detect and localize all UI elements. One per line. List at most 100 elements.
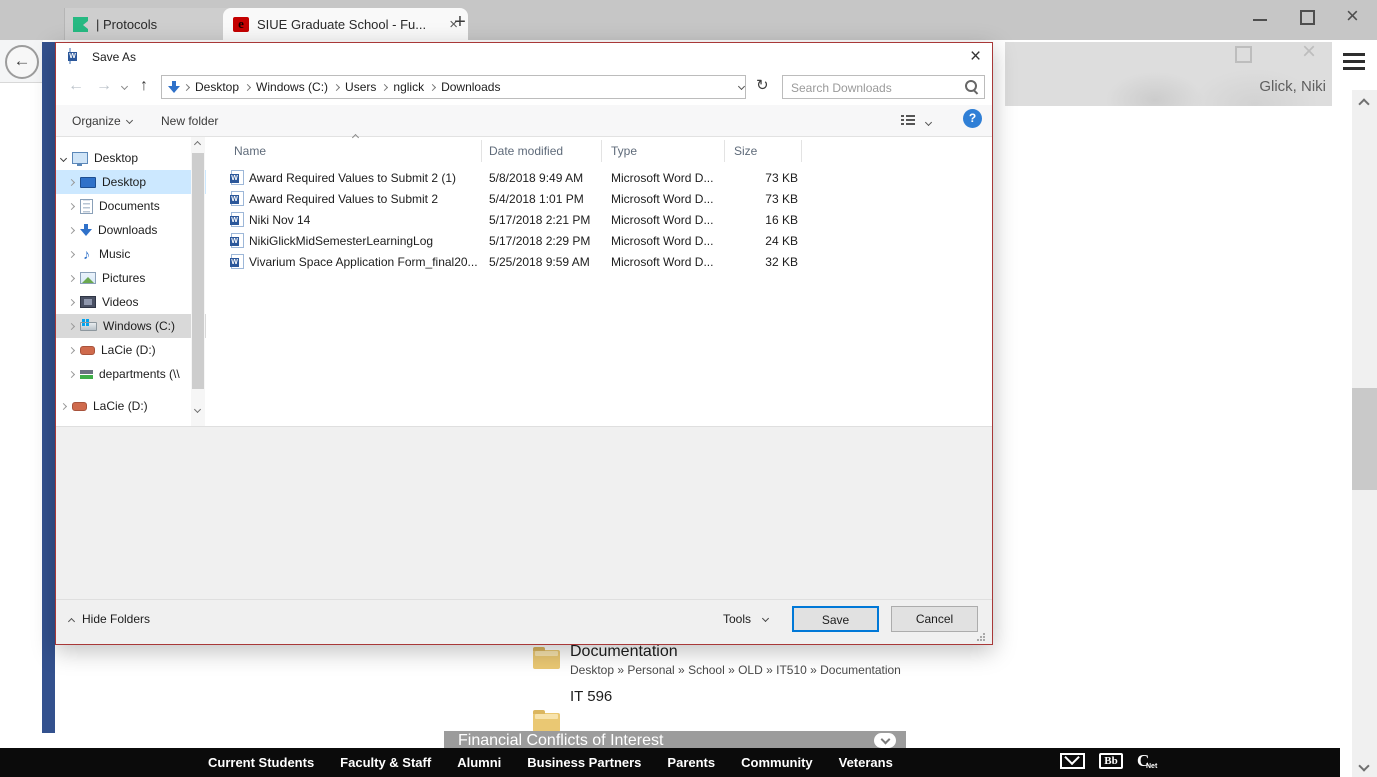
expander-icon[interactable] xyxy=(60,154,67,161)
mail-icon[interactable] xyxy=(1060,753,1085,769)
blackboard-icon[interactable]: Bb xyxy=(1099,753,1123,769)
breadcrumb-item-desktop[interactable]: Desktop xyxy=(195,80,239,94)
footer-link-alumni[interactable]: Alumni xyxy=(457,755,501,770)
scroll-down-icon[interactable] xyxy=(194,406,201,413)
page-folder-name[interactable]: IT 596 xyxy=(570,688,612,705)
footer-link-faculty-staff[interactable]: Faculty & Staff xyxy=(340,755,431,770)
footer-link-business-partners[interactable]: Business Partners xyxy=(527,755,641,770)
new-tab-button[interactable]: + xyxy=(448,10,472,34)
history-dropdown-icon[interactable] xyxy=(121,83,128,90)
window-minimize-button[interactable] xyxy=(1253,10,1267,24)
hamburger-menu-icon[interactable] xyxy=(1343,53,1365,70)
tree-item-desktop[interactable]: Desktop xyxy=(56,146,206,170)
column-divider[interactable] xyxy=(801,140,802,162)
expander-icon[interactable] xyxy=(60,402,67,409)
tree-item-label: Desktop xyxy=(102,175,146,189)
scrollbar-thumb[interactable] xyxy=(192,153,204,389)
tree-item-pictures[interactable]: Pictures xyxy=(56,266,206,290)
back-circle-button[interactable]: ← xyxy=(5,45,39,79)
section-expand-pill[interactable] xyxy=(874,733,896,748)
tree-item-label: Desktop xyxy=(94,151,138,165)
faded-maximize-icon xyxy=(1235,46,1252,63)
scroll-up-icon[interactable] xyxy=(1358,98,1369,109)
tree-item-documents[interactable]: Documents xyxy=(56,194,206,218)
file-row-nikiglickmidsemesterlearninglog[interactable]: NikiGlickMidSemesterLearningLog5/17/2018… xyxy=(211,231,851,252)
forward-button[interactable]: → xyxy=(96,77,112,95)
footer-link-veterans[interactable]: Veterans xyxy=(839,755,893,770)
footer-link-community[interactable]: Community xyxy=(741,755,813,770)
expander-icon[interactable] xyxy=(68,178,75,185)
save-as-dialog: Save As × ← → ↑ DesktopWindows (C:)Users… xyxy=(55,42,993,645)
cougarnet-icon[interactable]: CNet xyxy=(1137,752,1149,770)
resize-grip[interactable] xyxy=(977,633,985,641)
breadcrumb-item-users[interactable]: Users xyxy=(345,80,376,94)
tree-item-music[interactable]: Music xyxy=(56,242,206,266)
expander-icon[interactable] xyxy=(68,274,75,281)
column-divider[interactable] xyxy=(481,140,482,162)
back-button[interactable]: ← xyxy=(68,77,84,95)
file-row-award-required-values-to-submit-2[interactable]: Award Required Values to Submit 25/4/201… xyxy=(211,189,851,210)
organize-button[interactable]: Organize xyxy=(72,114,132,128)
tab-siue-graduate-school[interactable]: e SIUE Graduate School - Fu... × xyxy=(223,8,468,40)
new-folder-button[interactable]: New folder xyxy=(161,114,218,128)
hide-folders-button[interactable]: Hide Folders xyxy=(69,612,150,626)
column-header-type[interactable]: Type xyxy=(611,144,637,158)
expander-icon[interactable] xyxy=(68,346,75,353)
tree-scrollbar[interactable] xyxy=(191,137,205,426)
save-button[interactable]: Save xyxy=(792,606,879,632)
page-folder-path: Desktop » Personal » School » OLD » IT51… xyxy=(570,663,901,677)
expander-icon[interactable] xyxy=(68,370,75,377)
expander-icon[interactable] xyxy=(68,226,75,233)
expander-icon[interactable] xyxy=(68,250,75,257)
tools-button[interactable]: Tools xyxy=(723,612,768,626)
page-folder-name[interactable]: Documentation xyxy=(570,643,678,661)
tree-item-departments[interactable]: departments (\\ xyxy=(56,362,206,386)
view-dropdown-icon[interactable] xyxy=(925,119,932,126)
window-maximize-button[interactable] xyxy=(1300,10,1315,25)
search-box[interactable] xyxy=(782,75,985,99)
tree-item-windows-c[interactable]: Windows (C:) xyxy=(56,314,206,338)
up-button[interactable]: ↑ xyxy=(140,77,148,95)
page-scrollbar[interactable] xyxy=(1352,90,1377,777)
view-options-icon[interactable] xyxy=(901,115,915,127)
search-input[interactable] xyxy=(789,78,958,98)
dimmed-page-panel: × Glick, Niki xyxy=(1005,42,1332,106)
refresh-icon[interactable]: ↻ xyxy=(756,76,769,94)
window-close-button[interactable]: × xyxy=(1346,2,1359,30)
tab-protocols[interactable]: | Protocols × xyxy=(64,8,240,40)
help-button[interactable]: ? xyxy=(963,109,982,128)
breadcrumb-item-nglick[interactable]: nglick xyxy=(393,80,424,94)
tree-item-lacie-d[interactable]: LaCie (D:) xyxy=(56,394,206,418)
file-row-award-required-values-to-submit-2-1[interactable]: Award Required Values to Submit 2 (1)5/8… xyxy=(211,168,851,189)
column-divider[interactable] xyxy=(724,140,725,162)
expander-icon[interactable] xyxy=(68,322,75,329)
column-header-size[interactable]: Size xyxy=(734,144,757,158)
file-name: Award Required Values to Submit 2 xyxy=(249,192,438,206)
expander-icon[interactable] xyxy=(68,298,75,305)
tree-item-lacie-d[interactable]: LaCie (D:) xyxy=(56,338,206,362)
breadcrumb-item-windows-c[interactable]: Windows (C:) xyxy=(256,80,328,94)
cancel-button[interactable]: Cancel xyxy=(891,606,978,632)
scroll-up-icon[interactable] xyxy=(194,141,201,148)
column-divider[interactable] xyxy=(601,140,602,162)
column-header-date-modified[interactable]: Date modified xyxy=(489,144,563,158)
file-name: Niki Nov 14 xyxy=(249,213,310,227)
chevron-right-icon xyxy=(183,83,190,90)
file-row-vivarium-space-application-form-final20[interactable]: Vivarium Space Application Form_final20.… xyxy=(211,252,851,273)
column-header-name[interactable]: Name xyxy=(234,144,266,158)
dialog-close-button[interactable]: × xyxy=(970,46,981,68)
breadcrumb-item-downloads[interactable]: Downloads xyxy=(441,80,500,94)
pictures-icon xyxy=(80,272,96,284)
file-row-niki-nov-14[interactable]: Niki Nov 145/17/2018 2:21 PMMicrosoft Wo… xyxy=(211,210,851,231)
tree-item-videos[interactable]: Videos xyxy=(56,290,206,314)
scroll-down-icon[interactable] xyxy=(1358,760,1369,771)
word-document-icon xyxy=(231,191,244,206)
tree-item-downloads[interactable]: Downloads xyxy=(56,218,206,242)
breadcrumb[interactable]: Desktop Windows (C:) Users nglick Downloads xyxy=(161,75,746,99)
scrollbar-thumb[interactable] xyxy=(1352,388,1377,490)
footer-link-current-students[interactable]: Current Students xyxy=(208,755,314,770)
expander-icon[interactable] xyxy=(68,202,75,209)
tree-item-desktop[interactable]: Desktop xyxy=(56,170,206,194)
footer-link-parents[interactable]: Parents xyxy=(667,755,715,770)
desktop-icon xyxy=(80,177,96,188)
